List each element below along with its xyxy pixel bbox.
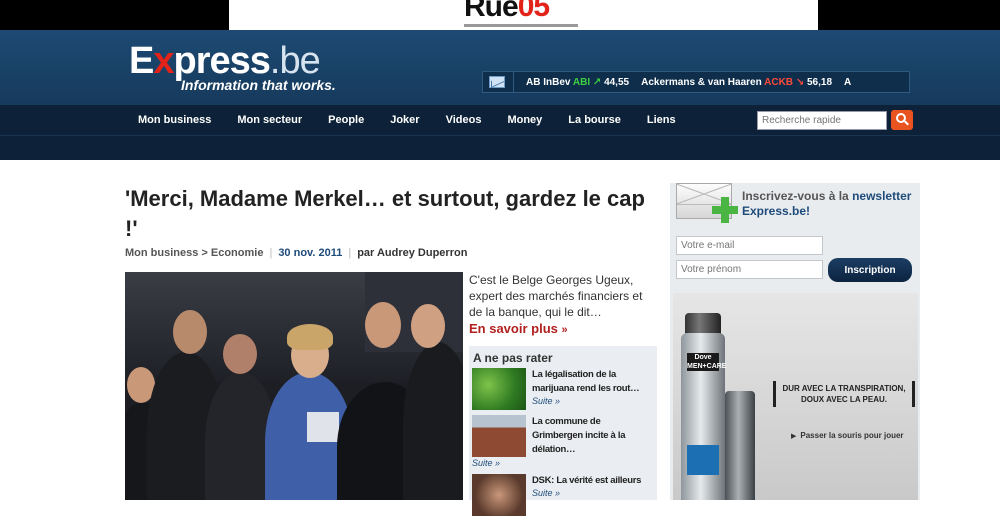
- suite-link[interactable]: Suite »: [532, 488, 560, 498]
- nav-item-mon-secteur[interactable]: Mon secteur: [237, 114, 302, 126]
- product-stick: [725, 391, 755, 500]
- article-title[interactable]: 'Merci, Madame Merkel… et surtout, garde…: [125, 184, 645, 244]
- ad-cta[interactable]: Passer la souris pour jouer: [791, 431, 903, 440]
- dont-miss-box: A ne pas rater La légalisation de la mar…: [469, 346, 657, 516]
- top-ad-underline: [464, 24, 578, 27]
- side-advertisement[interactable]: Dove MEN+CARE DUR AVEC LA TRANSPIRATION,…: [673, 293, 918, 500]
- mail-icon[interactable]: [489, 76, 505, 88]
- product-label: Dove MEN+CARE: [687, 353, 727, 371]
- suite-link[interactable]: Suite »: [532, 396, 560, 406]
- site-logo[interactable]: Express.be Information that works.: [129, 42, 336, 93]
- nav-item-mon-business[interactable]: Mon business: [138, 114, 211, 126]
- nav-item-videos[interactable]: Videos: [446, 114, 482, 126]
- thumbnail[interactable]: [472, 415, 526, 457]
- article-photo[interactable]: [125, 272, 463, 500]
- thumbnail[interactable]: [472, 368, 526, 410]
- ticker-item[interactable]: A: [844, 77, 851, 88]
- newsletter-envelope-icon: [674, 179, 738, 223]
- list-item-title[interactable]: La commune de Grimbergen incite à la dél…: [532, 415, 652, 457]
- ticker-divider: [513, 72, 514, 92]
- suite-link[interactable]: Suite »: [472, 458, 500, 468]
- article-byline: Mon business > Economie | 30 nov. 2011 |…: [125, 247, 468, 259]
- nav-item-money[interactable]: Money: [507, 114, 542, 126]
- list-item-title[interactable]: DSK: La vérité est ailleurs: [532, 474, 652, 488]
- stock-ticker[interactable]: AB InBev ABI ↗ 44,55 Ackermans & van Haa…: [482, 71, 910, 93]
- sub-nav-bar: [0, 135, 1000, 160]
- firstname-field[interactable]: [676, 260, 823, 279]
- list-item[interactable]: La légalisation de la marijuana rend les…: [472, 368, 655, 418]
- newsletter-text: Inscrivez-vous à la newsletter Express.b…: [742, 189, 912, 218]
- article-author: par Audrey Duperron: [357, 247, 468, 259]
- site-header: Express.be Information that works.: [0, 30, 1000, 105]
- search-button[interactable]: [891, 110, 913, 130]
- nav-item-liens[interactable]: Liens: [647, 114, 676, 126]
- thumbnail[interactable]: [472, 474, 526, 516]
- ad-headline: DUR AVEC LA TRANSPIRATION, DOUX AVEC LA …: [773, 381, 915, 407]
- arrow-up-icon: ↗: [592, 76, 602, 88]
- search-input[interactable]: [757, 111, 887, 130]
- list-item[interactable]: La commune de Grimbergen incite à la dél…: [472, 415, 655, 468]
- read-more-link[interactable]: En savoir plus »: [469, 321, 568, 336]
- article-date: 30 nov. 2011: [278, 247, 343, 259]
- nav-item-people[interactable]: People: [328, 114, 364, 126]
- product-can: Dove MEN+CARE: [681, 333, 727, 500]
- nav-item-joker[interactable]: Joker: [390, 114, 419, 126]
- plus-icon: [712, 197, 738, 223]
- article-lead: C'est le Belge Georges Ugeux, expert des…: [469, 273, 643, 319]
- breadcrumb[interactable]: Mon business > Economie: [125, 247, 263, 259]
- ticker-item[interactable]: Ackermans & van Haaren ACKB ↘ 56,18: [641, 77, 832, 88]
- subscribe-button[interactable]: Inscription: [828, 258, 912, 282]
- site-tagline: Information that works.: [181, 77, 336, 93]
- list-item-title[interactable]: La légalisation de la marijuana rend les…: [532, 368, 652, 396]
- list-item[interactable]: DSK: La vérité est ailleurs Suite »: [472, 474, 655, 524]
- ticker-item[interactable]: AB InBev ABI ↗ 44,55: [526, 77, 629, 88]
- email-field[interactable]: [676, 236, 823, 255]
- dont-miss-title: A ne pas rater: [473, 351, 553, 365]
- arrow-down-icon: ↘: [795, 76, 805, 88]
- top-ad-text: Rue05: [464, 0, 550, 23]
- top-advertisement[interactable]: Rue05: [229, 0, 818, 30]
- nav-item-la-bourse[interactable]: La bourse: [568, 114, 621, 126]
